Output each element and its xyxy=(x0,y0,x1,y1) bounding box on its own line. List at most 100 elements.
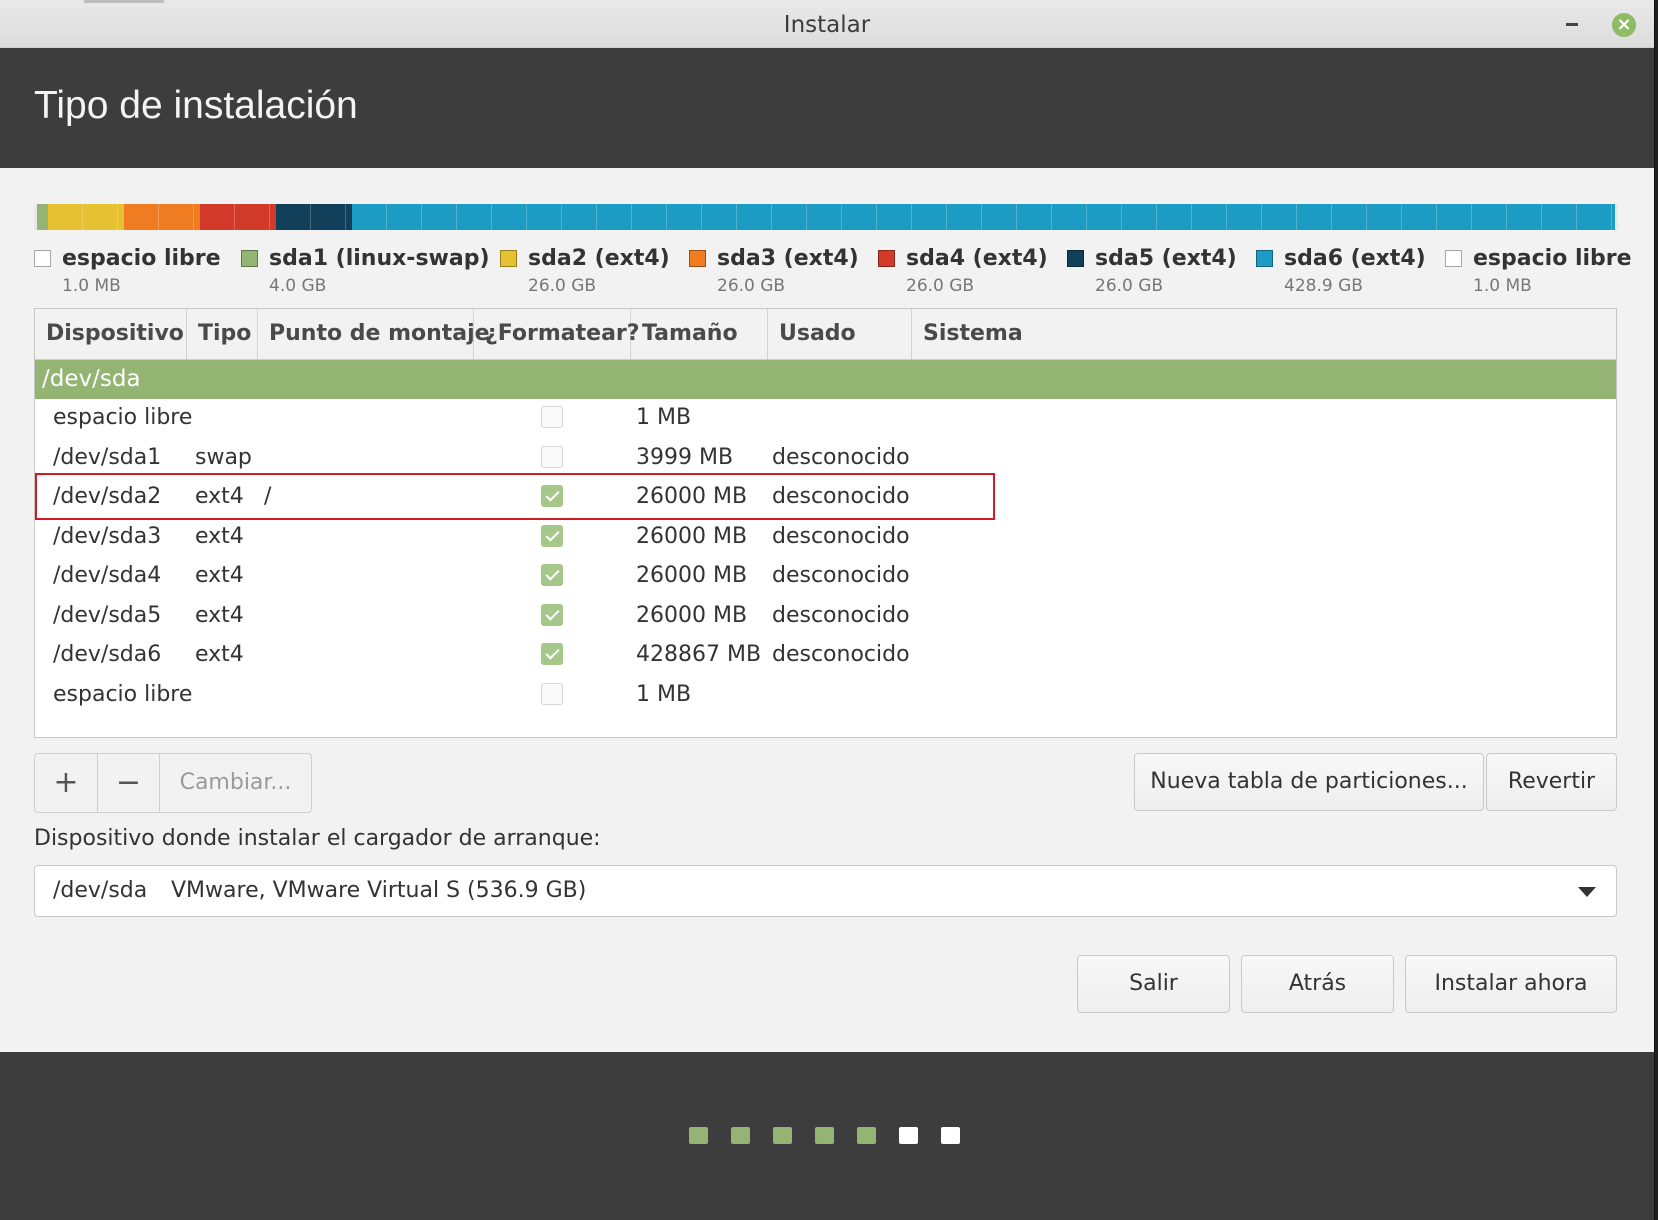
format-checkbox[interactable] xyxy=(541,524,563,547)
cell-size: 1 MB xyxy=(636,681,692,707)
partition-legend: espacio libre 1.0 MB sda1 (linux-swap) 4.0 … xyxy=(34,246,1634,298)
partition-table[interactable]: Dispositivo Tipo Punto de montaje ¿Forma… xyxy=(34,308,1617,738)
quit-button[interactable]: Salir xyxy=(1077,955,1230,1013)
legend-name: sda2 (ext4) xyxy=(528,246,670,271)
partition-bar-segment xyxy=(1614,204,1618,230)
bootloader-device-select[interactable]: /dev/sda VMware, VMware Virtual S (536.9… xyxy=(34,865,1617,917)
cell-device: /dev/sda4 xyxy=(53,563,162,588)
partition-bar-segment xyxy=(199,204,276,230)
change-partition-button[interactable]: Cambiar... xyxy=(159,754,311,812)
legend-swatch xyxy=(1256,250,1273,267)
legend-name: sda6 (ext4) xyxy=(1284,246,1426,271)
column-header-type[interactable]: Tipo xyxy=(187,309,258,359)
progress-dot xyxy=(815,1127,834,1144)
cell-device: espacio libre xyxy=(53,681,193,707)
cell-size: 26000 MB xyxy=(636,563,748,588)
cell-used: desconocido xyxy=(772,444,910,470)
partition-bar-segment xyxy=(48,204,125,230)
cell-size: 428867 MB xyxy=(636,642,762,667)
window-title: Instalar xyxy=(783,12,871,38)
cell-used: desconocido xyxy=(772,642,910,667)
legend-size: 26.0 GB xyxy=(1095,276,1164,296)
column-header-used[interactable]: Usado xyxy=(768,309,912,359)
legend-size: 4.0 GB xyxy=(269,276,327,296)
title-bar: Instalar × xyxy=(0,0,1654,48)
cell-type: ext4 xyxy=(195,642,244,667)
page-title: Tipo de instalación xyxy=(34,84,358,127)
cell-mount: / xyxy=(264,484,272,509)
cell-used: desconocido xyxy=(772,523,910,549)
legend-size: 428.9 GB xyxy=(1284,276,1363,296)
table-row[interactable]: /dev/sda1 swap 3999 MB desconocido xyxy=(35,439,1616,478)
cell-used: desconocido xyxy=(772,484,910,509)
bootloader-label: Dispositivo donde instalar el cargador d… xyxy=(34,826,601,851)
format-checkbox[interactable] xyxy=(541,643,563,665)
cell-device: /dev/sda5 xyxy=(53,602,162,628)
table-row[interactable]: /dev/sda2 ext4 / 26000 MB desconocido xyxy=(35,478,1616,517)
cell-device: /dev/sda2 xyxy=(53,484,162,509)
partition-bar xyxy=(34,204,1618,230)
bootloader-description: VMware, VMware Virtual S (536.9 GB) xyxy=(171,878,587,903)
cell-device: /dev/sda6 xyxy=(53,642,162,667)
close-button[interactable]: × xyxy=(1612,13,1636,37)
new-partition-table-button[interactable]: Nueva tabla de particiones... xyxy=(1134,753,1484,811)
footer-band xyxy=(0,1052,1654,1220)
cell-device: /dev/sda3 xyxy=(53,523,162,549)
progress-dots xyxy=(689,1127,960,1144)
disk-group-row[interactable]: /dev/sda xyxy=(35,360,1616,399)
table-row[interactable]: /dev/sda4 ext4 26000 MB desconocido xyxy=(35,557,1616,596)
table-row[interactable]: /dev/sda6 ext4 428867 MB desconocido xyxy=(35,636,1616,675)
legend-swatch xyxy=(34,250,51,267)
cell-device: espacio libre xyxy=(53,405,193,430)
column-header-mount[interactable]: Punto de montaje xyxy=(258,309,490,359)
legend-name: sda1 (linux-swap) xyxy=(269,246,490,271)
legend-swatch xyxy=(1445,250,1462,267)
installer-window: Instalar × Tipo de instalación espacio l… xyxy=(0,0,1655,1220)
table-row[interactable]: /dev/sda3 ext4 26000 MB desconocido xyxy=(35,518,1616,557)
partition-bar-segment xyxy=(275,204,352,230)
cell-type: ext4 xyxy=(195,563,244,588)
format-checkbox[interactable] xyxy=(541,485,563,507)
progress-dot xyxy=(731,1127,750,1144)
format-checkbox[interactable] xyxy=(541,682,563,705)
legend-swatch xyxy=(878,250,895,267)
legend-name: sda3 (ext4) xyxy=(717,246,859,271)
cell-size: 26000 MB xyxy=(636,523,748,549)
install-now-button[interactable]: Instalar ahora xyxy=(1405,955,1617,1013)
cell-type: ext4 xyxy=(195,523,244,549)
cell-size: 1 MB xyxy=(636,405,692,430)
add-partition-button[interactable]: + xyxy=(35,754,97,812)
column-header-format[interactable]: ¿Formatear? xyxy=(474,309,640,359)
format-checkbox[interactable] xyxy=(541,445,563,468)
table-row[interactable]: espacio libre 1 MB xyxy=(35,399,1616,438)
format-checkbox[interactable] xyxy=(541,406,563,428)
column-header-size[interactable]: Tamaño xyxy=(631,309,768,359)
column-header-system[interactable]: Sistema xyxy=(912,309,1616,359)
back-button[interactable]: Atrás xyxy=(1241,955,1394,1013)
format-checkbox[interactable] xyxy=(541,564,563,586)
table-row[interactable]: espacio libre 1 MB xyxy=(35,676,1616,715)
revert-button[interactable]: Revertir xyxy=(1486,753,1617,811)
partition-toolbar: + − Cambiar... xyxy=(34,753,312,813)
chevron-down-icon xyxy=(1578,887,1596,897)
legend-name: sda4 (ext4) xyxy=(906,246,1048,271)
progress-dot xyxy=(941,1127,960,1144)
column-header-device[interactable]: Dispositivo xyxy=(35,309,187,359)
cell-size: 26000 MB xyxy=(636,602,748,628)
legend-size: 26.0 GB xyxy=(528,276,597,296)
partition-bar-segment xyxy=(351,204,1615,230)
legend-swatch xyxy=(689,250,706,267)
cell-type: ext4 xyxy=(195,602,244,628)
minimize-button[interactable] xyxy=(1562,12,1582,32)
progress-dot xyxy=(773,1127,792,1144)
table-row[interactable]: /dev/sda5 ext4 26000 MB desconocido xyxy=(35,597,1616,636)
progress-dot xyxy=(899,1127,918,1144)
cell-type: swap xyxy=(195,444,252,470)
legend-swatch xyxy=(500,250,517,267)
legend-swatch xyxy=(241,250,258,267)
format-checkbox[interactable] xyxy=(541,603,563,626)
remove-partition-button[interactable]: − xyxy=(97,754,159,812)
cell-used: desconocido xyxy=(772,602,910,628)
content-area: espacio libre 1.0 MB sda1 (linux-swap) 4.0 … xyxy=(0,168,1654,1052)
cell-size: 26000 MB xyxy=(636,484,748,509)
